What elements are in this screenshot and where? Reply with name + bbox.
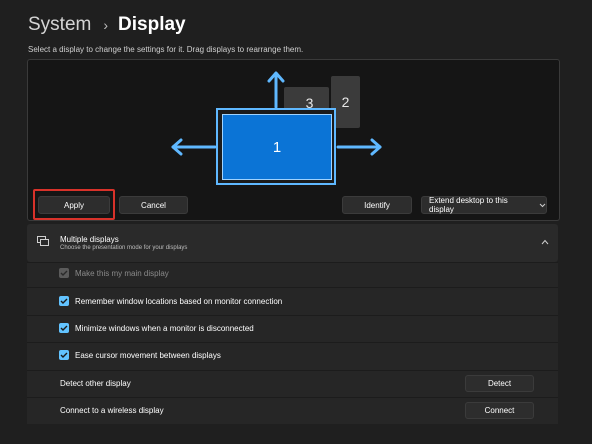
cancel-button[interactable]: Cancel bbox=[119, 196, 188, 214]
checkmark-icon bbox=[60, 325, 68, 331]
multiple-displays-description: Choose the presentation mode for your di… bbox=[60, 245, 188, 251]
remember-locations-label: Remember window locations based on monit… bbox=[75, 297, 283, 306]
main-display-checkbox bbox=[59, 268, 69, 278]
minimize-windows-label: Minimize windows when a monitor is disco… bbox=[75, 324, 254, 333]
checkmark-icon bbox=[60, 298, 68, 304]
main-display-label: Make this my main display bbox=[75, 269, 169, 278]
ease-cursor-label: Ease cursor movement between displays bbox=[75, 351, 221, 360]
multiple-displays-title: Multiple displays bbox=[60, 235, 119, 244]
identify-button[interactable]: Identify bbox=[342, 196, 412, 214]
detect-button[interactable]: Detect bbox=[465, 375, 534, 392]
connect-button[interactable]: Connect bbox=[465, 402, 534, 419]
multiple-displays-icon bbox=[37, 236, 49, 246]
arrow-up-icon bbox=[267, 71, 285, 109]
chevron-up-icon[interactable] bbox=[541, 239, 549, 245]
ease-cursor-checkbox[interactable] bbox=[59, 350, 69, 360]
checkmark-icon bbox=[60, 270, 68, 276]
detect-display-label: Detect other display bbox=[60, 379, 131, 388]
extend-display-selected-value: Extend desktop to this display bbox=[429, 196, 508, 214]
apply-button-highlight bbox=[33, 189, 115, 220]
checkmark-icon bbox=[60, 352, 68, 358]
arrow-left-icon bbox=[171, 138, 217, 156]
chevron-down-icon bbox=[539, 203, 546, 207]
extend-display-dropdown[interactable]: Extend desktop to this display bbox=[421, 196, 547, 214]
minimize-windows-checkbox[interactable] bbox=[59, 323, 69, 333]
arrow-right-icon bbox=[336, 138, 382, 156]
wireless-display-label: Connect to a wireless display bbox=[60, 406, 164, 415]
remember-locations-checkbox[interactable] bbox=[59, 296, 69, 306]
